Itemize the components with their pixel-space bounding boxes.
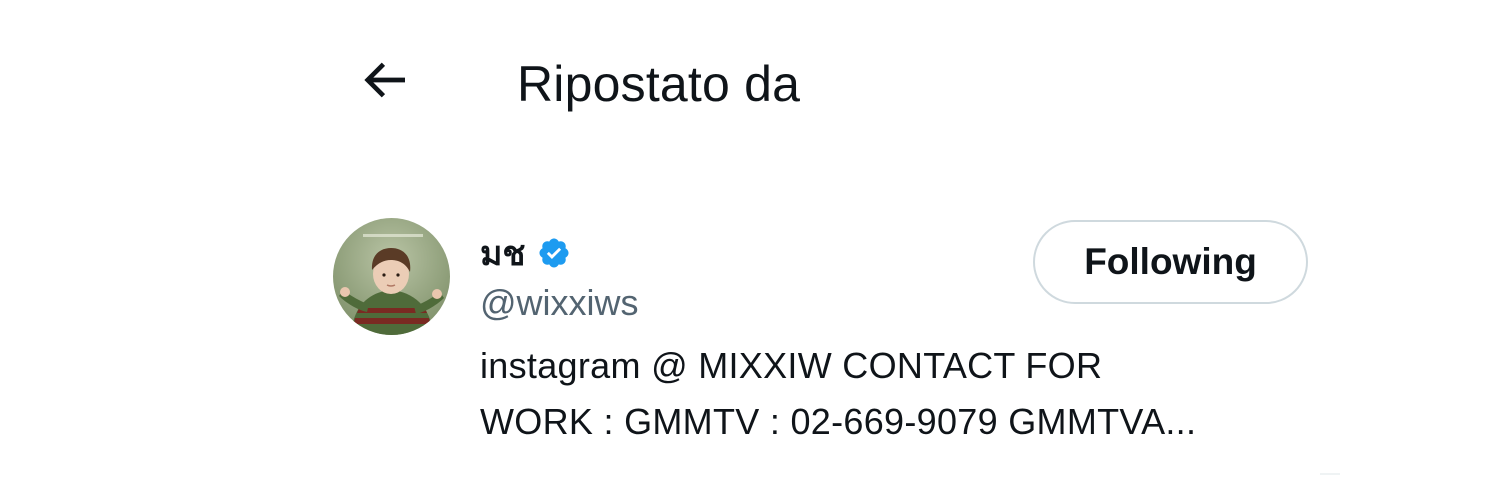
- user-handle[interactable]: @wixxiws: [480, 280, 639, 326]
- display-name-row[interactable]: มช: [480, 228, 572, 278]
- user-list-item[interactable]: มช @wixxiws instagram @ MIXXIW CONTACT F…: [0, 0, 1500, 500]
- bio-line: instagram @ MIXXIW CONTACT FOR: [480, 345, 1103, 386]
- verified-badge-icon: [536, 235, 572, 271]
- avatar[interactable]: [333, 218, 450, 335]
- display-name: มช: [480, 234, 526, 274]
- user-bio: instagram @ MIXXIW CONTACT FOR WORK : GM…: [480, 338, 1300, 450]
- following-button[interactable]: Following: [1033, 220, 1308, 304]
- bio-line: WORK : GMMTV : 02-669-9079 GMMTVA...: [480, 401, 1197, 442]
- divider: [1320, 473, 1340, 475]
